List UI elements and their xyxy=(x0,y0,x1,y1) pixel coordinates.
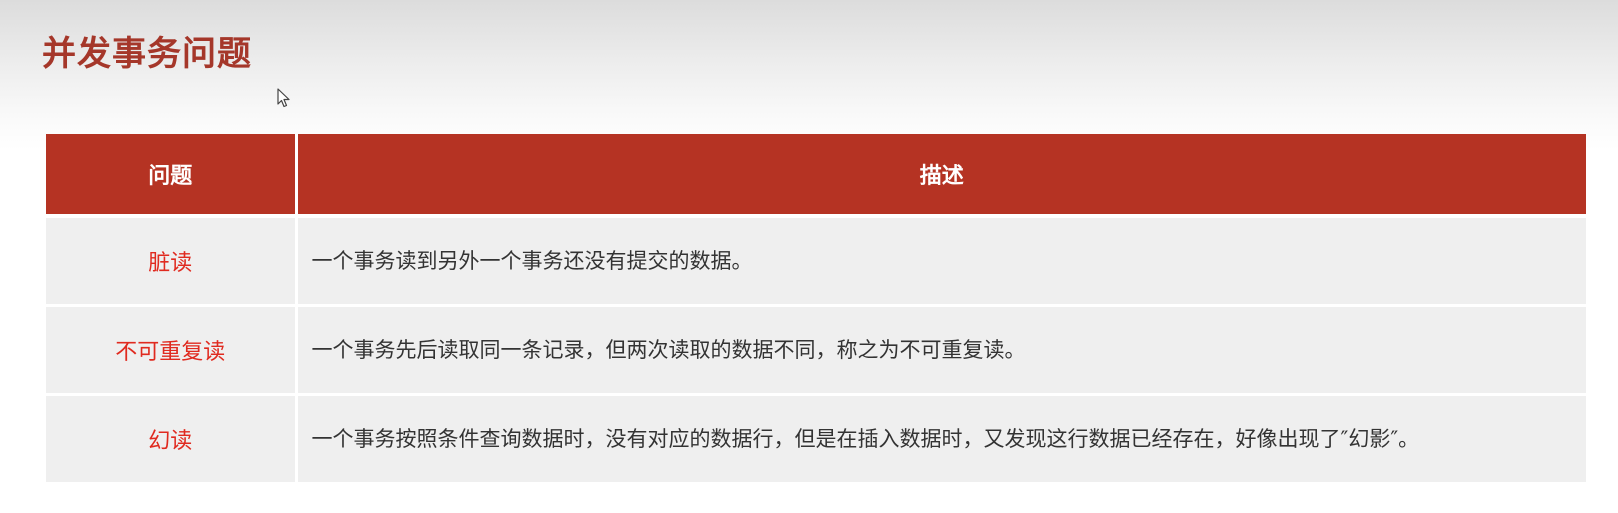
slide-title: 并发事务问题 xyxy=(42,34,252,74)
problem-name: 脏读 xyxy=(46,216,298,307)
table-header-row: 问题 描述 xyxy=(46,134,1586,216)
problem-description: 一个事务按照条件查询数据时，没有对应的数据行，但是在插入数据时，又发现这行数据已… xyxy=(296,394,1586,485)
header-problem: 问题 xyxy=(46,134,298,216)
table-row-phantom-read: 幻读 一个事务按照条件查询数据时，没有对应的数据行，但是在插入数据时，又发现这行… xyxy=(46,394,1586,485)
table-row-dirty-read: 脏读 一个事务读到另外一个事务还没有提交的数据。 xyxy=(46,216,1586,307)
problem-name: 幻读 xyxy=(46,394,298,485)
mouse-pointer-icon xyxy=(277,88,290,108)
header-description: 描述 xyxy=(296,134,1586,216)
concurrency-issues-table: 问题 描述 脏读 一个事务读到另外一个事务还没有提交的数据。 不可重复读 一个事… xyxy=(46,134,1586,485)
problem-description: 一个事务读到另外一个事务还没有提交的数据。 xyxy=(296,216,1586,307)
problem-description: 一个事务先后读取同一条记录，但两次读取的数据不同，称之为不可重复读。 xyxy=(296,305,1586,396)
problem-name: 不可重复读 xyxy=(46,305,298,396)
table-row-non-repeatable-read: 不可重复读 一个事务先后读取同一条记录，但两次读取的数据不同，称之为不可重复读。 xyxy=(46,305,1586,396)
